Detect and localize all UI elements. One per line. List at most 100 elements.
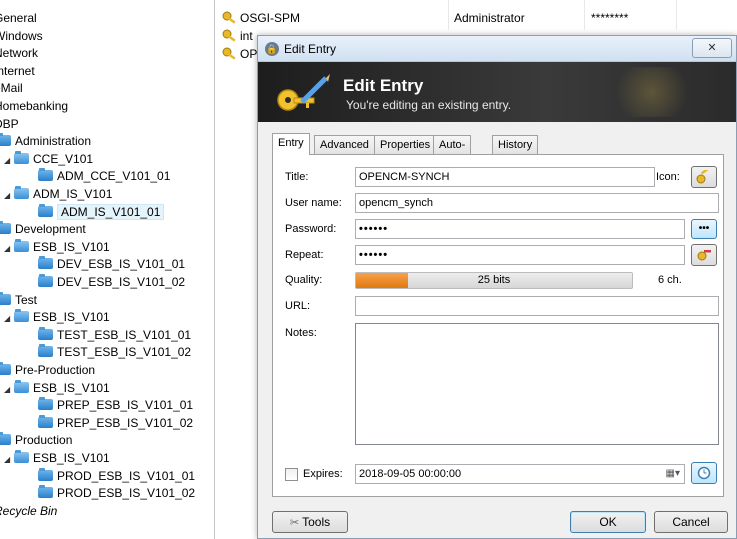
generate-password-button[interactable] — [691, 244, 717, 266]
entry-password: ******** — [591, 11, 629, 25]
password-field[interactable]: •••••• — [355, 219, 685, 239]
icon-picker-button[interactable] — [691, 166, 717, 188]
tree-item-label: eMail — [0, 81, 23, 96]
expand-arrow-icon[interactable]: ◢ — [4, 152, 14, 169]
tree-item[interactable]: Production — [0, 432, 72, 449]
tree-item[interactable]: TEST_ESB_IS_V101_02 — [38, 344, 191, 361]
lock-icon: 🔒 — [265, 42, 279, 56]
tree-item[interactable]: ◢ CCE_V101 — [4, 150, 93, 169]
expires-date-field[interactable]: 2018-09-05 00:00:00 ▦▾ — [355, 464, 685, 484]
folder-icon — [0, 432, 11, 446]
group-tree: General Windows Network Internet eMail Homeba… — [0, 0, 215, 539]
tab-history[interactable]: History — [492, 135, 539, 154]
tree-item[interactable]: TEST_ESB_IS_V101_01 — [38, 326, 191, 344]
title-field[interactable]: OPENCM-SYNCH — [355, 167, 655, 187]
tree-item[interactable]: DBP — [0, 116, 19, 133]
folder-icon — [38, 256, 53, 270]
notes-textarea[interactable] — [355, 323, 719, 445]
tree-item[interactable]: PROD_ESB_IS_V101_02 — [38, 485, 195, 502]
url-label: URL: — [285, 300, 311, 312]
entry-tab-panel: Title: OPENCM-SYNCH Icon: User name: ope… — [272, 154, 724, 497]
folder-icon — [38, 397, 53, 411]
tree-item[interactable]: Recycle Bin — [0, 503, 57, 520]
title-label: Title: — [285, 171, 309, 183]
tree-item[interactable]: ADM_CCE_V101_01 — [38, 168, 170, 185]
tab-auto-type[interactable]: Auto-Type — [433, 135, 472, 169]
tree-item[interactable]: ◢ ESB_IS_V101 — [4, 450, 110, 467]
key-generator-icon — [697, 250, 711, 261]
tree-item-label: ADM_IS_V101 — [33, 187, 113, 201]
username-field[interactable]: opencm_synch — [355, 193, 719, 213]
expand-arrow-icon[interactable]: ◢ — [4, 310, 14, 327]
folder-icon — [14, 379, 29, 393]
banner-title: Edit Entry — [343, 76, 424, 95]
tree-item[interactable]: Development — [0, 221, 86, 238]
quality-bar: 25 bits — [355, 272, 633, 289]
tab-entry[interactable]: Entry — [272, 133, 310, 155]
tree-item[interactable]: DEV_ESB_IS_V101_01 — [38, 256, 185, 273]
tree-item[interactable]: Network — [0, 45, 38, 62]
tree-item[interactable]: Internet — [0, 63, 35, 80]
tree-item[interactable]: PREP_ESB_IS_V101_01 — [38, 397, 193, 414]
tree-item-label: Test — [15, 292, 38, 307]
tree-item-label: DEV_ESB_IS_V101_02 — [57, 275, 186, 289]
folder-icon — [14, 309, 29, 323]
tree-item[interactable]: General — [0, 10, 37, 27]
tree-item[interactable]: Test — [0, 291, 38, 309]
tree-item[interactable]: ◢ ESB_IS_V101 — [4, 238, 110, 257]
tree-item-label: General — [0, 11, 37, 25]
repeat-password-field[interactable]: •••••• — [355, 245, 685, 265]
cancel-button[interactable]: Cancel — [654, 511, 728, 533]
tree-item-label: ESB_IS_V101 — [33, 380, 110, 395]
quality-label: Quality: — [285, 274, 323, 286]
folder-icon — [0, 291, 11, 305]
close-button[interactable]: ✕ — [692, 38, 732, 58]
tree-item-label: Administration — [15, 134, 92, 149]
expires-checkbox[interactable] — [285, 468, 298, 481]
tree-item[interactable]: Homebanking — [0, 98, 68, 115]
clock-icon — [697, 466, 711, 480]
folder-icon — [38, 274, 53, 287]
tree-item[interactable]: ◢ ESB_IS_V101 — [4, 309, 110, 326]
folder-icon — [38, 485, 53, 499]
tree-item-label: DBP — [0, 116, 19, 131]
tree-item[interactable]: ◢ ESB_IS_V101 — [4, 379, 110, 398]
expand-arrow-icon[interactable]: ◢ — [4, 187, 14, 204]
tab-advanced[interactable]: Advanced — [314, 135, 375, 154]
tree-item[interactable]: PREP_ESB_IS_V101_02 — [38, 414, 194, 432]
tree-item[interactable]: PROD_ESB_IS_V101_01 — [38, 467, 195, 485]
tree-item[interactable]: DEV_ESB_IS_V101_02 — [38, 274, 185, 291]
tree-item-label: PREP_ESB_IS_V101_02 — [57, 415, 194, 430]
tree-item-label: ESB_IS_V101 — [33, 239, 110, 254]
dialog-titlebar[interactable]: 🔒 Edit Entry ✕ — [258, 36, 736, 62]
ok-button[interactable]: OK — [570, 511, 646, 533]
tree-item-label: ADM_CCE_V101_01 — [57, 169, 171, 184]
tree-item[interactable]: Administration — [0, 133, 91, 150]
expires-date-value: 2018-09-05 00:00:00 — [359, 468, 462, 480]
tree-item-label: Development — [15, 222, 86, 237]
tools-button[interactable]: ✂ Tools — [272, 511, 348, 533]
tree-item-label: Windows — [0, 28, 43, 43]
tree-item[interactable]: Windows — [0, 28, 43, 45]
quality-bits: 25 bits — [477, 274, 511, 286]
expand-arrow-icon[interactable]: ◢ — [4, 451, 14, 468]
tree-item-label: ESB_IS_V101 — [33, 451, 110, 465]
expand-arrow-icon[interactable]: ◢ — [4, 381, 14, 398]
reveal-password-button[interactable]: ••• — [691, 219, 717, 239]
calendar-dropdown-icon[interactable]: ▦▾ — [666, 465, 680, 483]
tree-item[interactable]: eMail — [0, 80, 23, 97]
tree-item[interactable]: Pre-Production — [0, 362, 95, 379]
url-field[interactable] — [355, 296, 719, 316]
tree-item[interactable]: ◢ ADM_IS_V101 — [4, 186, 112, 203]
expand-arrow-icon[interactable]: ◢ — [4, 240, 14, 257]
folder-icon — [0, 133, 11, 147]
key-icon — [222, 47, 236, 60]
tab-properties[interactable]: Properties — [374, 135, 437, 154]
wrench-icon: ✂ — [289, 517, 303, 529]
key-icon — [222, 11, 236, 24]
edit-entry-dialog: 🔒 Edit Entry ✕ Edit Entry You're editing… — [257, 35, 737, 539]
username-label: User name: — [285, 197, 342, 209]
tree-item[interactable]: ADM_IS_V101_01 — [38, 203, 165, 221]
entry-row[interactable]: OSGI-SPM Administrator ******** — [216, 8, 737, 28]
expiry-presets-button[interactable] — [691, 462, 717, 484]
